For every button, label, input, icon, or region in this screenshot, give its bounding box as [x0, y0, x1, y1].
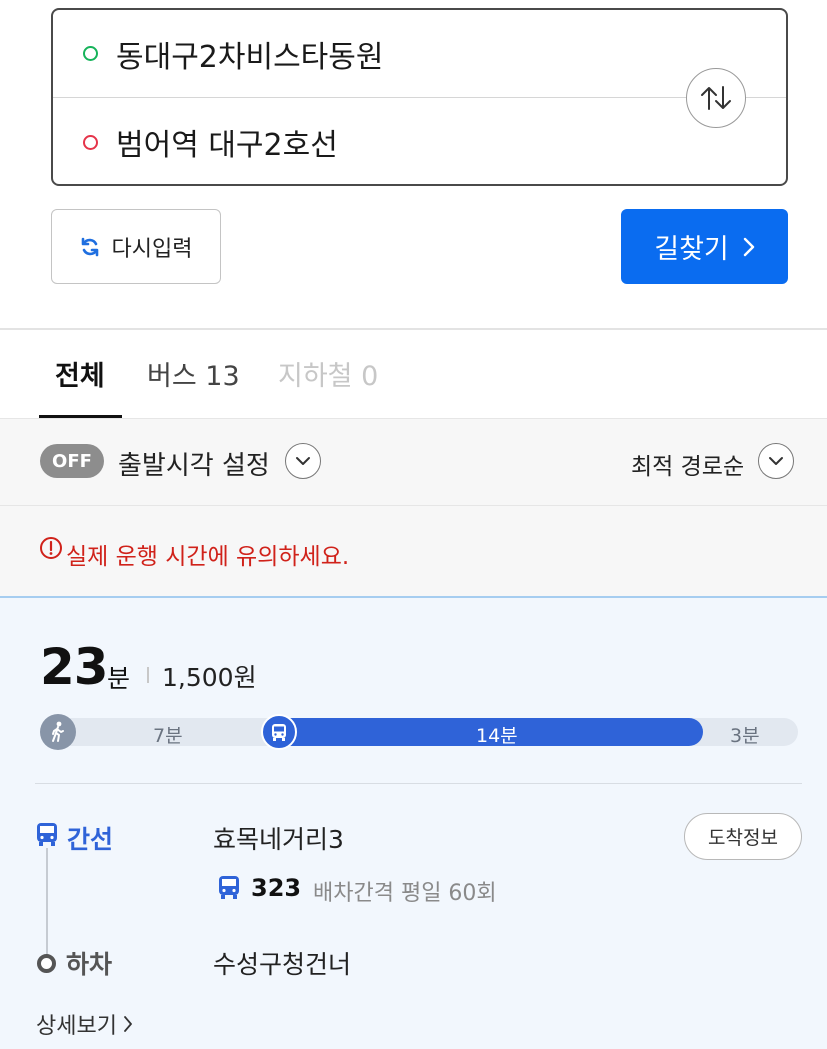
duration-unit: 분 [107, 664, 131, 693]
boarding-type: 간선 [67, 825, 114, 854]
fare-value: 1,500원 [162, 663, 257, 692]
transport-tabs: 전체 버스 13 지하철 0 [0, 330, 827, 418]
search-label: 길찾기 [654, 234, 729, 265]
origin-row[interactable]: 동대구2차비스타동원 [53, 10, 786, 98]
bus-icon [37, 823, 57, 846]
separator [147, 667, 149, 683]
detail-link[interactable]: 상세보기 [36, 1008, 133, 1040]
arrival-info-button[interactable]: 도착정보 [684, 813, 802, 860]
alert-icon [40, 537, 62, 559]
destination-text[interactable]: 범어역 대구2호선 [116, 120, 338, 164]
notice-text: 실제 운행 시간에 유의하세요. [66, 544, 350, 570]
chevron-down-icon [769, 457, 783, 465]
destination-row[interactable]: 범어역 대구2호선 [53, 98, 786, 186]
options-bar: OFF 출발시각 설정 최적 경로순 [0, 418, 827, 506]
origin-dot-icon [83, 46, 98, 61]
tab-all[interactable]: 전체 [55, 354, 105, 393]
walk-icon [40, 714, 76, 750]
duration-value: 23 [40, 638, 109, 696]
bus-number[interactable]: 323 [251, 874, 301, 902]
bus-icon [219, 876, 239, 899]
alight-dot-icon [37, 954, 56, 973]
detail-label: 상세보기 [36, 1014, 117, 1039]
destination-dot-icon [83, 134, 98, 150]
bus-interval: 배차간격 평일 60회 [313, 881, 497, 906]
swap-arrows-icon [701, 86, 731, 110]
departure-time-label[interactable]: 출발시각 설정 [118, 445, 270, 482]
sort-label[interactable]: 최적 경로순 [631, 447, 744, 481]
reset-label: 다시입력 [111, 236, 193, 262]
result-divider [35, 783, 802, 784]
departure-toggle[interactable]: OFF [40, 444, 104, 478]
route-result-card[interactable]: 23 분 1,500원 7분 14분 3분 간선 효목네거리3 도착정보 323… [0, 596, 827, 1049]
origin-text[interactable]: 동대구2차비스타동원 [116, 32, 384, 76]
chevron-right-icon [743, 237, 754, 256]
chevron-right-icon [124, 1016, 132, 1032]
end-walk-time-label: 3분 [730, 725, 760, 747]
refresh-icon [81, 237, 98, 256]
boarding-stop: 효목네거리3 [213, 825, 344, 854]
reset-button[interactable]: 다시입력 [51, 209, 221, 284]
notice-banner: 실제 운행 시간에 유의하세요. [0, 506, 827, 596]
bus-time-label: 14분 [476, 725, 518, 747]
departure-dropdown-button[interactable] [285, 443, 321, 479]
alight-stop: 수성구청건너 [213, 950, 352, 979]
alight-type: 하차 [66, 950, 113, 979]
route-input-box: 동대구2차비스타동원 범어역 대구2호선 [51, 8, 788, 186]
chevron-down-icon [296, 457, 310, 465]
bus-icon [261, 714, 297, 750]
swap-button[interactable] [686, 68, 746, 128]
walk-time-label: 7분 [153, 725, 183, 747]
sort-dropdown-button[interactable] [758, 443, 794, 479]
tab-subway[interactable]: 지하철 0 [278, 354, 378, 393]
tab-bus[interactable]: 버스 13 [147, 354, 240, 393]
search-button[interactable]: 길찾기 [621, 209, 788, 284]
timeline-line [46, 848, 48, 956]
